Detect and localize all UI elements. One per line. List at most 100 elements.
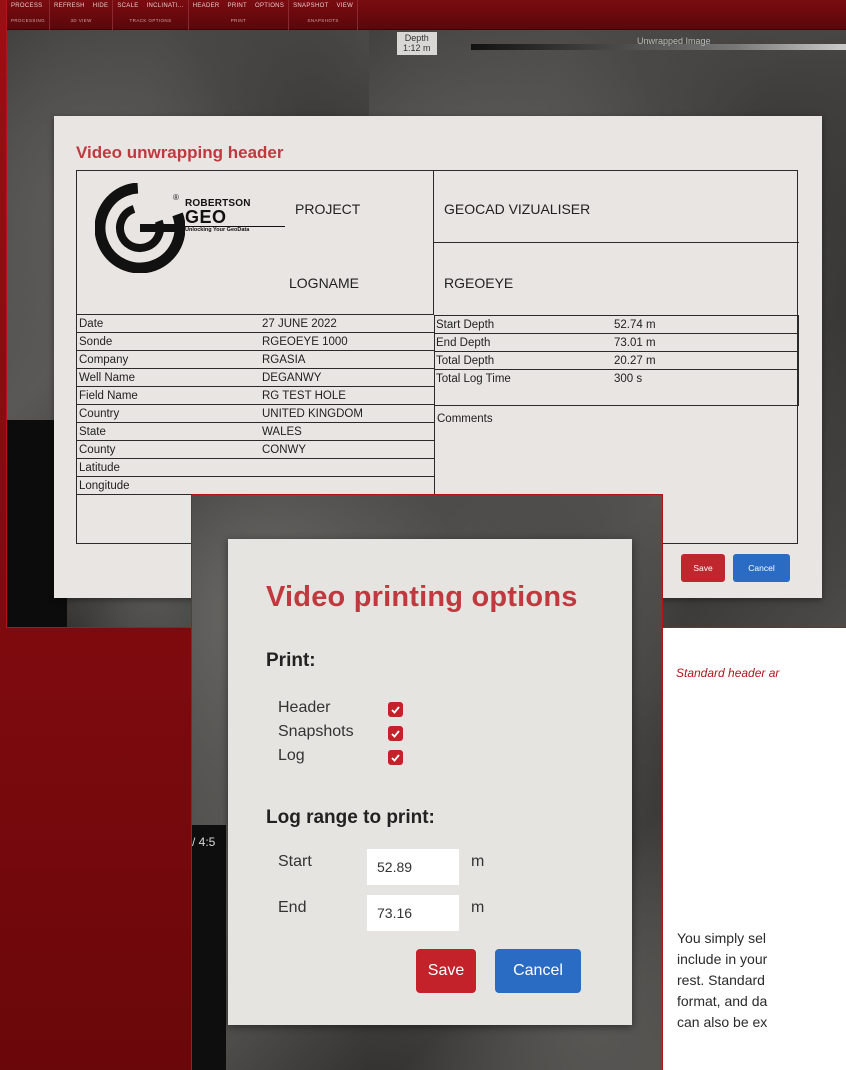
table-row: End Depth 73.01 m — [434, 334, 799, 352]
end-input[interactable] — [367, 895, 459, 931]
hide-button[interactable]: HIDE — [93, 3, 109, 9]
processing-group: PROCESS PROCESSING — [7, 0, 51, 30]
row-key: County — [79, 443, 116, 456]
unwrapped-image-label: Unwrapped Image — [637, 36, 711, 46]
comments-label: Comments — [437, 413, 493, 425]
table-row: Start Depth 52.74 m — [434, 316, 799, 334]
processing-group-label: PROCESSING — [11, 18, 46, 23]
row-value: RGASIA — [262, 353, 306, 366]
dialog-title: Video printing options — [266, 581, 578, 613]
header-save-button[interactable]: Save — [681, 554, 725, 582]
start-input[interactable] — [367, 849, 459, 885]
print-button[interactable]: PRINT — [228, 3, 248, 9]
body-line: You simply sel — [677, 930, 766, 946]
body-line: format, and da — [677, 993, 768, 1009]
row-value: 52.74 m — [614, 318, 656, 331]
scale-button[interactable]: SCALE — [117, 3, 138, 9]
dialog-title: Video unwrapping header — [76, 143, 284, 162]
body-line: rest. Standard — [677, 972, 765, 988]
end-unit: m — [471, 899, 485, 916]
divider — [434, 242, 799, 243]
process-button[interactable]: PROCESS — [11, 3, 42, 9]
row-value: DEGANWY — [262, 371, 322, 384]
body-line: can also be ex — [677, 1014, 768, 1030]
depth-label: Depth 1:12 m — [397, 32, 437, 55]
print-heading: Print: — [266, 650, 316, 671]
figure-caption: Standard header ar — [676, 666, 780, 680]
row-key: Field Name — [79, 389, 138, 402]
log-checkbox[interactable] — [388, 750, 403, 765]
checkmark-icon — [391, 705, 400, 714]
row-value: CONWY — [262, 443, 307, 456]
row-value: 27 JUNE 2022 — [262, 317, 337, 330]
logname-value: RGEOEYE — [444, 275, 514, 291]
view-button[interactable]: VIEW — [337, 3, 354, 9]
row-value: RG TEST HOLE — [262, 389, 346, 402]
start-label: Start — [278, 853, 312, 870]
end-label: End — [278, 899, 307, 916]
table-row: Latitude — [77, 459, 434, 477]
header-option-label: Header — [278, 699, 331, 716]
inclination-button[interactable]: INCLINATI... — [147, 3, 184, 9]
track-options-group: SCALE INCLINATI... TRACK OPTIONS — [113, 0, 189, 30]
row-key: Company — [79, 353, 129, 366]
header-checkbox[interactable] — [388, 702, 403, 717]
depth-scale: 1:12 m — [403, 43, 431, 53]
snapshots-option-label: Snapshots — [278, 723, 354, 740]
row-key: Well Name — [79, 371, 136, 384]
body-line: include in your — [677, 951, 768, 967]
snapshot-button[interactable]: SNAPSHOT — [293, 3, 328, 9]
video-printing-options-dialog: Video printing options Print: Header Sna… — [228, 539, 632, 1025]
print-options-window: / 4:5 Video printing options Print: Head… — [191, 494, 663, 1070]
row-key: Start Depth — [436, 318, 495, 331]
options-button[interactable]: OPTIONS — [255, 3, 284, 9]
table-row: Total Depth 20.27 m — [434, 352, 799, 370]
row-value: RGEOEYE 1000 — [262, 335, 348, 348]
row-key: Latitude — [79, 461, 120, 474]
refresh-button[interactable]: REFRESH — [54, 3, 85, 9]
row-value: UNITED KINGDOM — [262, 407, 363, 420]
row-value: WALES — [262, 425, 302, 438]
depth-title: Depth — [404, 33, 429, 43]
row-key: Total Log Time — [436, 373, 511, 385]
logo-brand-line2: GEO — [185, 207, 227, 227]
print-cancel-button[interactable]: Cancel — [495, 949, 581, 993]
3d-view-group-label: 3D VIEW — [70, 18, 92, 23]
print-group: HEADER PRINT OPTIONS PRINT — [189, 0, 290, 30]
row-key: Sonde — [79, 335, 113, 348]
log-range-heading: Log range to print: — [266, 807, 435, 828]
article-body: You simply sel include in your rest. Sta… — [677, 928, 846, 1033]
row-key: State — [79, 425, 106, 438]
header-button[interactable]: HEADER — [193, 3, 220, 9]
header-cancel-button[interactable]: Cancel — [733, 554, 790, 582]
3d-view-group: REFRESH HIDE 3D VIEW — [50, 0, 114, 30]
video-panel — [192, 825, 226, 1070]
snapshots-checkbox[interactable] — [388, 726, 403, 741]
project-label: PROJECT — [295, 201, 361, 217]
registered-mark: ® — [173, 193, 179, 202]
table-row: State WALES — [77, 423, 434, 441]
checkmark-icon — [391, 729, 400, 738]
ribbon-toolbar: PROCESS PROCESSING REFRESH HIDE 3D VIEW … — [7, 0, 846, 30]
table-row: Field Name RG TEST HOLE — [77, 387, 434, 405]
row-key: Total Depth — [436, 354, 495, 367]
video-time-readout: / 4:5 — [192, 835, 216, 849]
table-row: Sonde RGEOEYE 1000 — [77, 333, 434, 351]
table-row: Date 27 JUNE 2022 — [77, 315, 434, 333]
table-row: Company RGASIA — [77, 351, 434, 369]
robertson-geo-logo-icon — [95, 183, 185, 273]
start-unit: m — [471, 853, 485, 870]
table-row: Total Log Time 300 s — [434, 370, 799, 388]
snapshots-group: SNAPSHOT VIEW SNAPSHOTS — [289, 0, 359, 30]
print-group-label: PRINT — [230, 18, 247, 23]
logname-label: LOGNAME — [289, 275, 360, 291]
print-save-button[interactable]: Save — [416, 949, 476, 993]
row-value: 300 s — [614, 373, 643, 385]
row-key: Longitude — [79, 479, 130, 492]
project-value: GEOCAD VIZUALISER — [444, 201, 591, 217]
table-row: Country UNITED KINGDOM — [77, 405, 434, 423]
header-table: ® ROBERTSON GEO Unlocking Your GeoData P… — [76, 170, 799, 545]
table-row: Longitude — [77, 477, 434, 495]
row-value: 20.27 m — [614, 354, 656, 367]
logo-cell: ® ROBERTSON GEO Unlocking Your GeoData P… — [77, 171, 434, 315]
